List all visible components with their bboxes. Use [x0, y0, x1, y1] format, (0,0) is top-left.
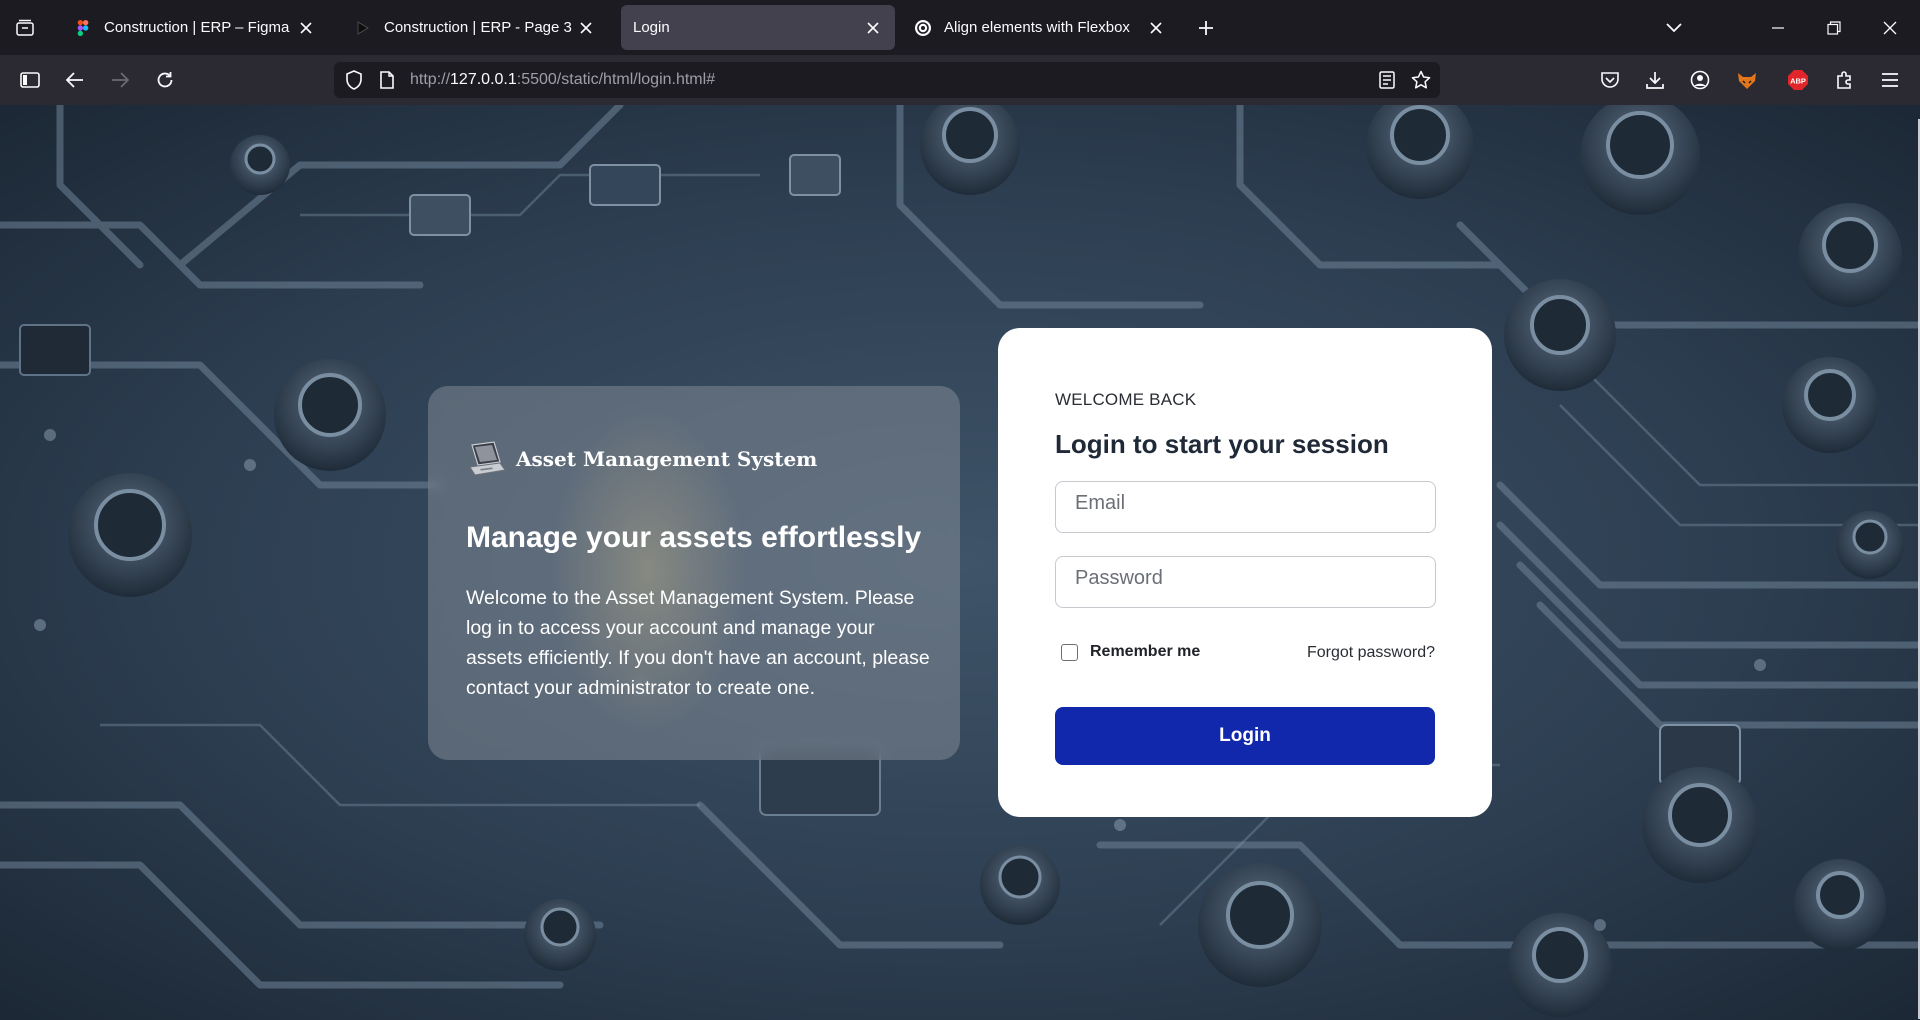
remember-me-checkbox[interactable]: [1061, 643, 1078, 661]
adblock-label: ABP: [1790, 77, 1806, 86]
brand-name: Asset Management System: [516, 447, 818, 471]
extensions-icon[interactable]: [1829, 64, 1861, 96]
login-title: Login to start your session: [1055, 429, 1389, 459]
forward-icon[interactable]: [104, 64, 136, 96]
close-icon[interactable]: [1146, 18, 1166, 38]
login-button[interactable]: Login: [1055, 707, 1435, 765]
browser-tab-bar: Construction | ERP – Figma Construction …: [0, 0, 1920, 55]
url-text[interactable]: http://127.0.0.1:5500/static/html/login.…: [410, 71, 715, 89]
info-card: Asset Management System Manage your asse…: [428, 386, 960, 760]
welcome-eyebrow: WELCOME BACK: [1055, 390, 1197, 409]
url-bar[interactable]: http://127.0.0.1:5500/static/html/login.…: [334, 62, 1440, 98]
restore-icon[interactable]: [1818, 12, 1850, 44]
tab-erp-page-3[interactable]: Construction | ERP - Page 3: [342, 5, 608, 50]
tab-list-icon[interactable]: [10, 14, 40, 42]
menu-icon[interactable]: [1874, 64, 1906, 96]
close-icon[interactable]: [576, 18, 596, 38]
remember-me[interactable]: Remember me: [1061, 643, 1200, 661]
email-field[interactable]: [1055, 481, 1436, 533]
circuit-board-background: [0, 105, 1920, 1020]
window-close-icon[interactable]: [1874, 12, 1906, 44]
remember-me-label[interactable]: Remember me: [1090, 643, 1200, 661]
close-icon[interactable]: [863, 18, 883, 38]
reload-icon[interactable]: [149, 64, 181, 96]
page-icon[interactable]: [376, 69, 398, 91]
back-icon[interactable]: [59, 64, 91, 96]
play-icon: [354, 19, 372, 37]
tab-figma[interactable]: Construction | ERP – Figma: [62, 5, 328, 50]
minimize-icon[interactable]: [1762, 12, 1794, 44]
info-description: Welcome to the Asset Management System. …: [466, 587, 930, 699]
sidebar-icon[interactable]: [14, 64, 46, 96]
new-tab-icon[interactable]: [1192, 14, 1220, 42]
figma-icon: [74, 19, 92, 37]
tab-flexbox[interactable]: Align elements with Flexbox: [902, 5, 1178, 50]
forgot-password-link[interactable]: Forgot password?: [1307, 644, 1435, 662]
reader-view-icon[interactable]: [1376, 69, 1398, 91]
brand: Asset Management System: [466, 441, 817, 477]
tab-title: Login: [633, 19, 670, 36]
adblock-icon[interactable]: ABP: [1782, 64, 1814, 96]
pocket-icon[interactable]: [1594, 64, 1626, 96]
tab-title: Construction | ERP - Page 3: [384, 19, 572, 36]
url-host: 127.0.0.1: [450, 71, 517, 88]
close-icon[interactable]: [296, 18, 316, 38]
login-card: WELCOME BACK Login to start your session…: [998, 328, 1492, 817]
account-icon[interactable]: [1684, 64, 1716, 96]
openai-icon: [914, 19, 932, 37]
info-heading: Manage your assets effortlessly: [466, 521, 922, 554]
tab-login[interactable]: Login: [621, 5, 895, 50]
url-scheme: http://: [410, 71, 451, 88]
extension-fox-icon[interactable]: [1731, 64, 1763, 96]
laptop-icon: [466, 441, 506, 477]
download-icon[interactable]: [1639, 64, 1671, 96]
password-field[interactable]: [1055, 556, 1436, 608]
url-path: :5500/static/html/login.html#: [516, 71, 716, 88]
bookmark-star-icon[interactable]: [1410, 69, 1432, 91]
shield-icon[interactable]: [343, 69, 365, 91]
chevron-down-icon[interactable]: [1658, 12, 1690, 44]
browser-nav-bar: http://127.0.0.1:5500/static/html/login.…: [0, 55, 1920, 105]
tab-title: Construction | ERP – Figma: [104, 19, 290, 36]
page-viewport: Asset Management System Manage your asse…: [0, 105, 1920, 1020]
tab-title: Align elements with Flexbox: [944, 19, 1130, 36]
